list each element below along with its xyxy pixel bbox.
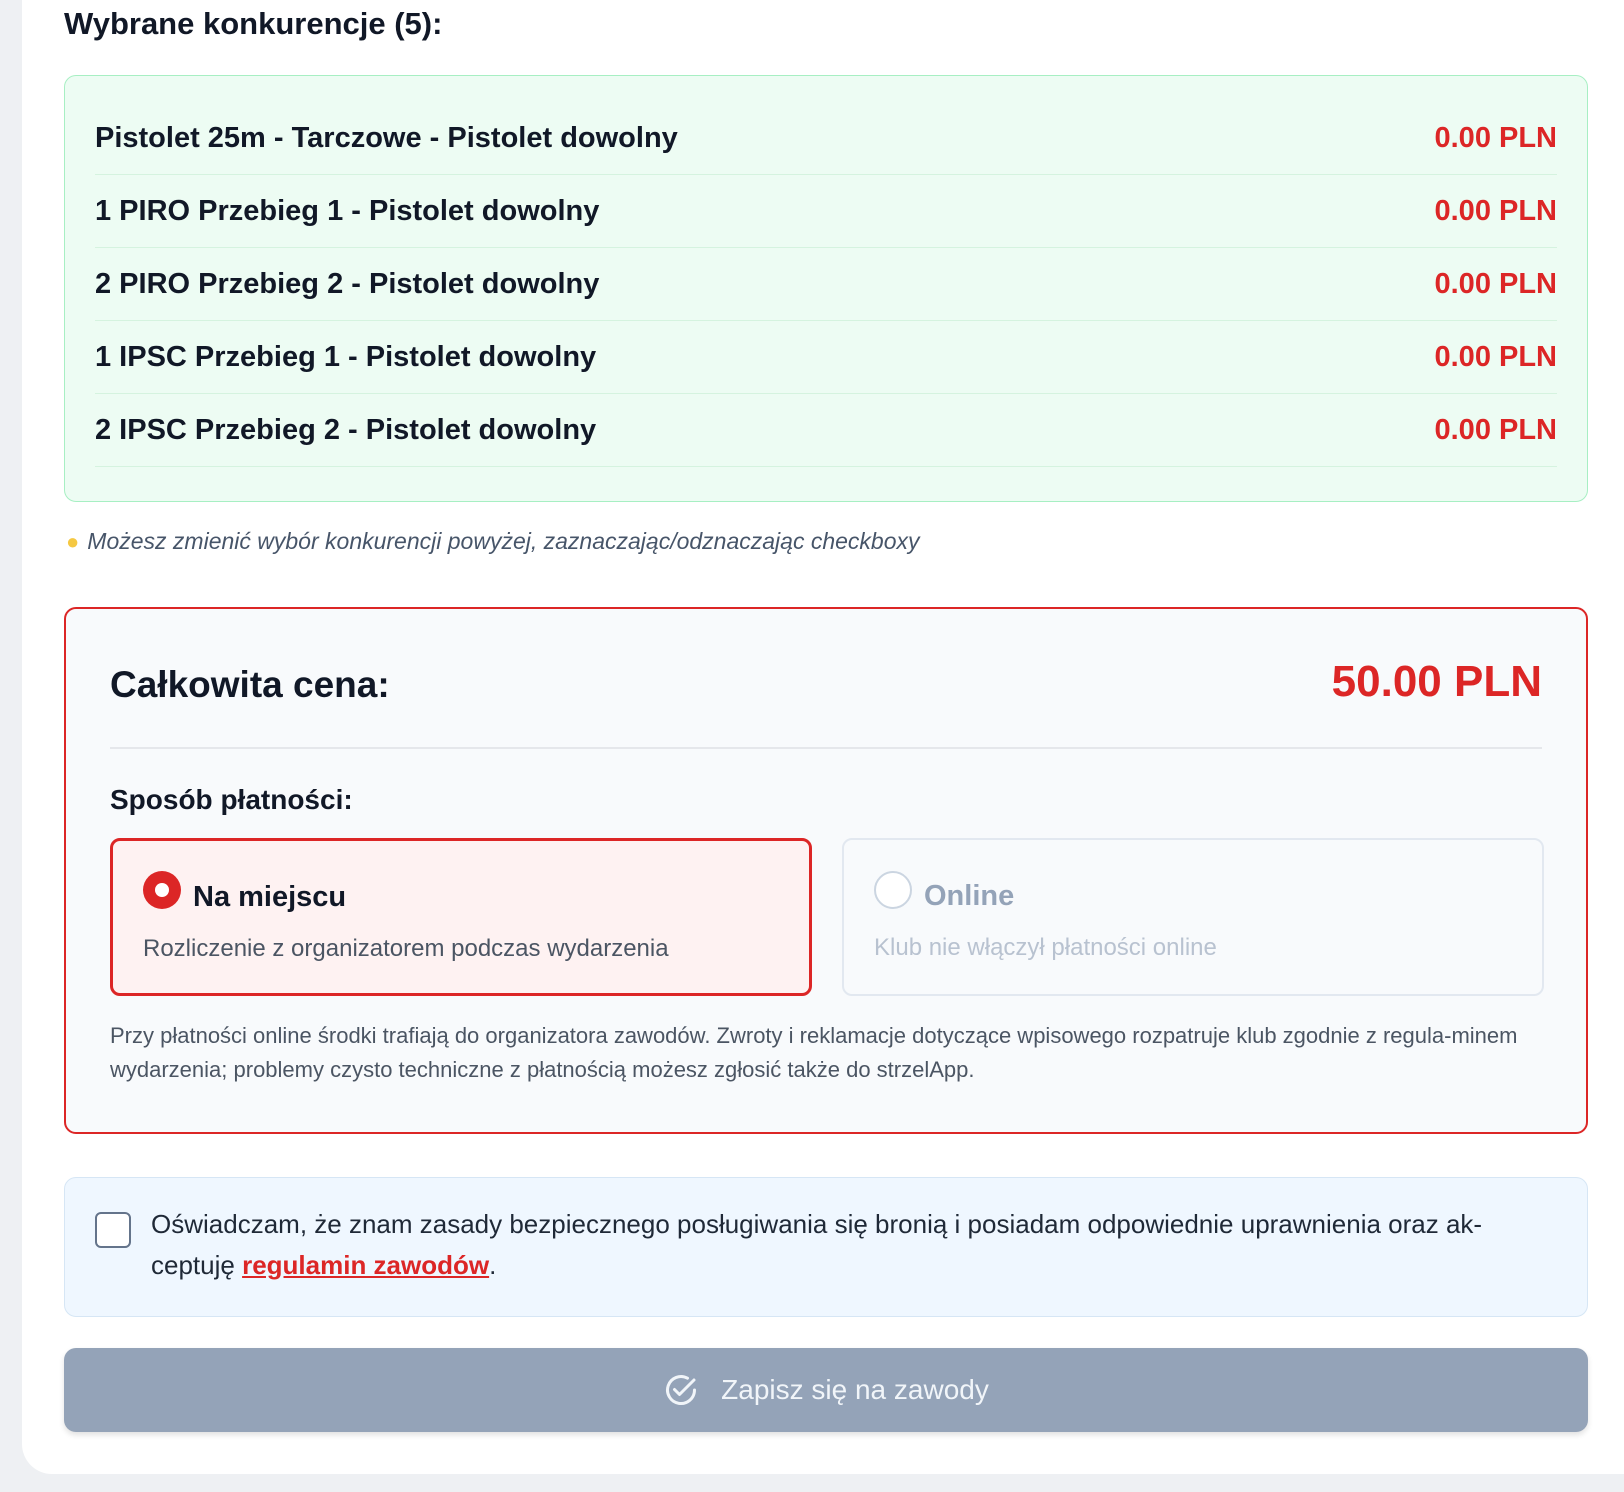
payment-option-on-site[interactable]: Na miejscu Rozliczenie z organizatorem p… xyxy=(110,838,812,996)
consent-checkbox[interactable] xyxy=(95,1212,131,1248)
competition-name: 2 PIRO Przebieg 2 - Pistolet dowolny xyxy=(95,267,600,300)
selection-hint: ● Możesz zmienić wybór konkurencji powyż… xyxy=(66,528,920,555)
competition-name: Pistolet 25m - Tarczowe - Pistolet dowol… xyxy=(95,121,678,154)
payment-note: Przy płatności online środki trafiają do… xyxy=(110,1023,1518,1082)
competition-price: 0.00 PLN xyxy=(1434,267,1558,300)
competition-name: 1 PIRO Przebieg 1 - Pistolet dowolny xyxy=(95,194,600,227)
consent-text: Oświadczam, że znam zasady bezpiecznego … xyxy=(151,1204,1551,1286)
payment-option-online: Online Klub nie włączył płatności online xyxy=(842,838,1544,996)
competition-row: 1 PIRO Przebieg 1 - Pistolet dowolny 0.0… xyxy=(95,175,1557,248)
competition-price: 0.00 PLN xyxy=(1434,340,1558,373)
total-price-label: Całkowita cena: xyxy=(110,664,390,705)
competition-row: 2 PIRO Przebieg 2 - Pistolet dowolny 0.0… xyxy=(95,248,1557,321)
radio-selected-icon[interactable] xyxy=(143,871,181,909)
competition-name: 1 IPSC Przebieg 1 - Pistolet dowolny xyxy=(95,340,597,373)
competition-row: 1 IPSC Przebieg 1 - Pistolet dowolny 0.0… xyxy=(95,321,1557,394)
price-summary-box: Całkowita cena: 50.00 PLN Sposób płatnoś… xyxy=(64,607,1588,1134)
selected-competitions-list: Pistolet 25m - Tarczowe - Pistolet dowol… xyxy=(64,75,1588,502)
payment-option-description: Rozliczenie z organizatorem podczas wyda… xyxy=(143,935,669,962)
competition-row: 2 IPSC Przebieg 2 - Pistolet dowolny 0.0… xyxy=(95,394,1557,467)
check-circle-icon xyxy=(666,1375,697,1406)
rules-link[interactable]: regulamin zawodów xyxy=(242,1250,489,1280)
payment-option-title: Na miejscu xyxy=(193,881,347,913)
competition-price: 0.00 PLN xyxy=(1434,121,1558,154)
payment-option-title: Online xyxy=(924,880,1015,912)
total-price-value: 50.00 PLN xyxy=(1331,657,1542,706)
competition-row: Pistolet 25m - Tarczowe - Pistolet dowol… xyxy=(95,102,1557,175)
consent-text-after: . xyxy=(489,1250,497,1280)
competition-price: 0.00 PLN xyxy=(1434,413,1558,446)
competition-name: 2 IPSC Przebieg 2 - Pistolet dowolny xyxy=(95,413,597,446)
register-button[interactable]: Zapisz się na zawody xyxy=(64,1348,1588,1432)
selection-hint-text: Możesz zmienić wybór konkurencji powyżej… xyxy=(87,528,920,554)
register-button-label: Zapisz się na zawody xyxy=(721,1374,989,1405)
payment-method-label: Sposób płatności: xyxy=(110,784,353,815)
selected-competitions-title: Wybrane konkurencje (5): xyxy=(64,6,443,41)
divider xyxy=(110,747,1542,749)
radio-unselected-icon xyxy=(874,871,912,909)
competition-price: 0.00 PLN xyxy=(1434,194,1558,227)
lightbulb-icon: ● xyxy=(66,528,80,554)
payment-option-description: Klub nie włączył płatności online xyxy=(874,934,1217,961)
consent-box: Oświadczam, że znam zasady bezpiecznego … xyxy=(64,1177,1588,1317)
